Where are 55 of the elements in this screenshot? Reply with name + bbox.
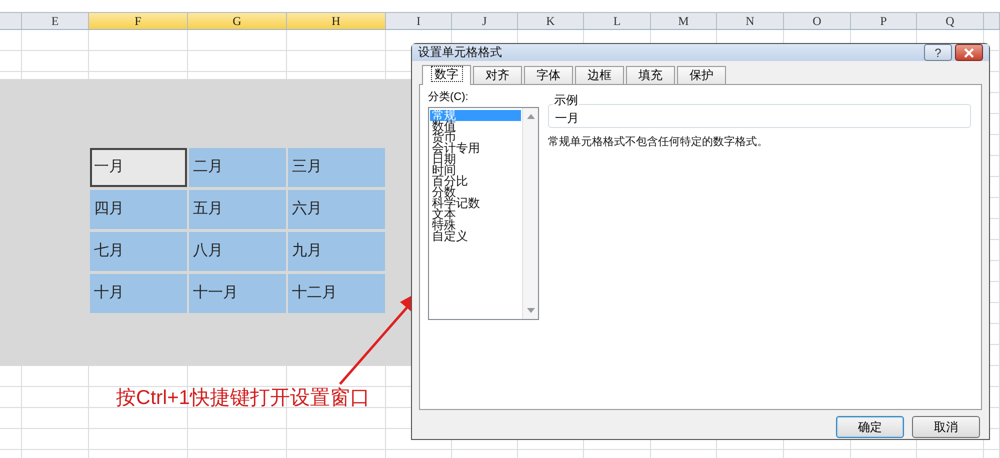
list-item[interactable]: 数值: [430, 121, 521, 132]
down-arrow-icon: [526, 308, 534, 313]
sample-value: 一月: [555, 110, 579, 126]
column-header[interactable]: F: [89, 13, 188, 29]
scrollbar[interactable]: [522, 108, 538, 319]
column-header[interactable]: H: [287, 13, 386, 29]
table-cell[interactable]: 七月: [90, 232, 187, 271]
category-label: 分类(C):: [428, 91, 470, 104]
list-item[interactable]: 特殊: [430, 220, 521, 231]
annotation-text: 按Ctrl+1快捷键打开设置窗口: [116, 386, 370, 411]
tab[interactable]: 数字: [422, 65, 471, 85]
close-icon: [963, 48, 975, 58]
window-title: 设置单元格格式: [418, 44, 503, 61]
table-cell[interactable]: 九月: [288, 232, 385, 271]
column-header[interactable]: K: [518, 13, 584, 29]
close-button[interactable]: [955, 44, 983, 61]
list-item[interactable]: 货币: [430, 132, 521, 143]
list-item[interactable]: 文本: [430, 209, 521, 220]
table-cell[interactable]: 十月: [90, 274, 187, 313]
table-cell[interactable]: 四月: [90, 190, 187, 229]
table-cell[interactable]: 十二月: [288, 274, 385, 313]
up-arrow-icon: [526, 114, 534, 119]
help-button[interactable]: ?: [924, 44, 952, 61]
table-cell[interactable]: 三月: [288, 148, 385, 187]
table-cell[interactable]: 八月: [189, 232, 286, 271]
group-label: 示例: [553, 92, 579, 109]
list-item[interactable]: 分数: [430, 187, 521, 198]
column-header[interactable]: O: [784, 13, 851, 29]
cancel-button[interactable]: 取消: [912, 416, 980, 438]
column-header[interactable]: N: [717, 13, 784, 29]
description-text: 常规单元格格式不包含任何特定的数字格式。: [548, 134, 769, 149]
list-item[interactable]: 会计专用: [430, 143, 521, 154]
table-cell[interactable]: 二月: [189, 148, 286, 187]
column-header[interactable]: M: [651, 13, 717, 29]
table-cell[interactable]: 六月: [288, 190, 385, 229]
column-header[interactable]: G: [188, 13, 287, 29]
table-cell[interactable]: 一月: [90, 148, 187, 187]
table-cell[interactable]: 十一月: [189, 274, 286, 313]
tab[interactable]: 字体: [524, 66, 573, 84]
list-item[interactable]: 科学记数: [430, 198, 521, 209]
tab[interactable]: 对齐: [473, 66, 522, 84]
column-header[interactable]: L: [584, 13, 651, 29]
column-header[interactable]: P: [851, 13, 917, 29]
list-item[interactable]: 自定义: [430, 231, 521, 242]
tab[interactable]: 填充: [626, 66, 675, 84]
column-header[interactable]: I: [386, 13, 452, 29]
ok-button[interactable]: 确定: [836, 416, 904, 438]
column-header[interactable]: J: [452, 13, 518, 29]
column-header[interactable]: Q: [917, 13, 984, 29]
list-item[interactable]: 时间: [430, 165, 521, 176]
list-item[interactable]: 日期: [430, 154, 521, 165]
table-cell[interactable]: 五月: [189, 190, 286, 229]
tab[interactable]: 保护: [677, 66, 726, 84]
tab[interactable]: 边框: [575, 66, 624, 84]
list-item[interactable]: 百分比: [430, 176, 521, 187]
